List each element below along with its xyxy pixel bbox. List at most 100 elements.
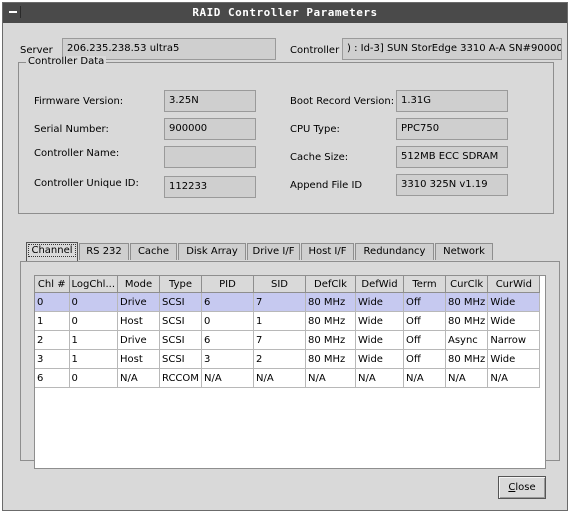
- table-cell: 1: [69, 330, 118, 350]
- controller-unique-id-label: Controller Unique ID:: [34, 178, 139, 189]
- column-header[interactable]: PID: [201, 276, 254, 293]
- table-cell: SCSI: [159, 330, 202, 350]
- window-title: RAID Controller Parameters: [192, 6, 378, 19]
- boot-record-version-label: Boot Record Version:: [290, 96, 395, 107]
- title-bar: RAID Controller Parameters: [3, 3, 567, 23]
- table-cell: 80 MHz: [445, 311, 489, 331]
- table-cell: N/A: [201, 368, 254, 388]
- column-header[interactable]: CurClk: [445, 276, 489, 293]
- tab-rs232[interactable]: RS 232: [79, 243, 129, 260]
- table-cell: Wide: [355, 292, 404, 312]
- table-cell: Wide: [487, 311, 541, 331]
- close-button-label: lose: [515, 482, 536, 493]
- table-row[interactable]: 2 1 Drive SCSI 6 7 80 MHz Wide Off Async Narrow: [35, 330, 541, 350]
- table-cell: Host: [117, 311, 160, 331]
- table-cell: Drive: [117, 330, 160, 350]
- table-cell: 7: [253, 330, 306, 350]
- table-cell: Host: [117, 349, 160, 369]
- controller-data-legend: Controller Data: [26, 56, 107, 67]
- column-header[interactable]: DefClk: [305, 276, 356, 293]
- table-cell: N/A: [117, 368, 160, 388]
- column-header[interactable]: Mode: [117, 276, 160, 293]
- controller-label: Controller: [290, 45, 340, 56]
- table-row[interactable]: 6 0 N/A RCCOM N/A N/A N/A N/A N/A N/A N/A: [35, 368, 541, 388]
- tab-channel-label: Channel: [28, 244, 76, 257]
- tab-disk-array[interactable]: Disk Array: [178, 243, 246, 260]
- close-button[interactable]: Close: [498, 476, 546, 499]
- tab-drive-if[interactable]: Drive I/F: [247, 243, 300, 260]
- firmware-version-label: Firmware Version:: [34, 96, 124, 107]
- column-header[interactable]: CurWid: [487, 276, 541, 293]
- table-row[interactable]: 3 1 Host SCSI 3 2 80 MHz Wide Off 80 MHz Wide: [35, 349, 541, 369]
- append-file-id-field: 3310 325N v1.19: [396, 174, 508, 196]
- controller-name-label: Controller Name:: [34, 148, 120, 159]
- column-header[interactable]: DefWid: [355, 276, 404, 293]
- serial-number-field: 900000: [164, 118, 256, 140]
- table-cell: 1: [69, 349, 118, 369]
- table-cell: SCSI: [159, 349, 202, 369]
- column-header[interactable]: LogChl...: [69, 276, 118, 293]
- boot-record-version-field: 1.31G: [396, 90, 508, 112]
- table-cell: 3: [35, 349, 70, 369]
- table-cell: 1: [253, 311, 306, 331]
- tab-cache[interactable]: Cache: [130, 243, 177, 260]
- firmware-version-field: 3.25N: [164, 90, 256, 112]
- table-cell: Wide: [355, 311, 404, 331]
- tab-host-if[interactable]: Host I/F: [301, 243, 354, 260]
- tab-redundancy[interactable]: Redundancy: [355, 243, 434, 260]
- cache-size-field: 512MB ECC SDRAM: [396, 146, 508, 168]
- table-cell: 6: [201, 292, 254, 312]
- table-cell: Drive: [117, 292, 160, 312]
- table-cell: 0: [69, 292, 118, 312]
- table-cell: 2: [35, 330, 70, 350]
- table-row[interactable]: 0 0 Drive SCSI 6 7 80 MHz Wide Off 80 MHz Wide: [35, 292, 541, 312]
- table-cell: Async: [445, 330, 489, 350]
- table-cell: N/A: [403, 368, 446, 388]
- table-cell: 80 MHz: [305, 311, 356, 331]
- table-cell: 7: [253, 292, 306, 312]
- column-header[interactable]: Term: [403, 276, 446, 293]
- table-cell: Off: [403, 349, 446, 369]
- table-cell: 0: [35, 292, 70, 312]
- table-cell: Wide: [355, 349, 404, 369]
- table-cell: 80 MHz: [445, 349, 489, 369]
- table-cell: Wide: [487, 349, 541, 369]
- table-cell: 0: [69, 311, 118, 331]
- table-cell: RCCOM: [159, 368, 202, 388]
- cpu-type-field: PPC750: [396, 118, 508, 140]
- cache-size-label: Cache Size:: [290, 152, 349, 163]
- controller-field: ) : Id-3] SUN StorEdge 3310 A-A SN#90000…: [342, 38, 562, 60]
- table-cell: N/A: [355, 368, 404, 388]
- server-label: Server: [20, 45, 53, 56]
- column-header[interactable]: Chl #: [35, 276, 70, 293]
- table-cell: Off: [403, 330, 446, 350]
- table-cell: 3: [201, 349, 254, 369]
- table-cell: N/A: [487, 368, 541, 388]
- table-cell: 6: [201, 330, 254, 350]
- table-cell: Narrow: [487, 330, 541, 350]
- tab-channel[interactable]: Channel: [26, 242, 78, 261]
- table-cell: N/A: [253, 368, 306, 388]
- column-header[interactable]: SID: [253, 276, 306, 293]
- table-cell: N/A: [305, 368, 356, 388]
- table-cell: SCSI: [159, 311, 202, 331]
- controller-name-field: [164, 146, 256, 168]
- table-cell: Wide: [355, 330, 404, 350]
- table-cell: Off: [403, 292, 446, 312]
- table-cell: 80 MHz: [305, 292, 356, 312]
- table-cell: 80 MHz: [305, 330, 356, 350]
- column-header[interactable]: Type: [159, 276, 202, 293]
- table-cell: 0: [69, 368, 118, 388]
- tab-network[interactable]: Network: [435, 243, 493, 260]
- table-cell: 6: [35, 368, 70, 388]
- table-cell: 2: [253, 349, 306, 369]
- table-header-row: Chl # LogChl... Mode Type PID SID DefClk DefWid…: [35, 276, 541, 293]
- controller-unique-id-field: 112233: [164, 176, 256, 198]
- table-cell: Off: [403, 311, 446, 331]
- table-cell: Wide: [487, 292, 541, 312]
- append-file-id-label: Append File ID: [290, 180, 363, 191]
- table-row[interactable]: 1 0 Host SCSI 0 1 80 MHz Wide Off 80 MHz Wide: [35, 311, 541, 331]
- channel-table: Chl # LogChl... Mode Type PID SID DefClk DefWid…: [34, 275, 546, 469]
- table-cell: SCSI: [159, 292, 202, 312]
- table-cell: 1: [35, 311, 70, 331]
